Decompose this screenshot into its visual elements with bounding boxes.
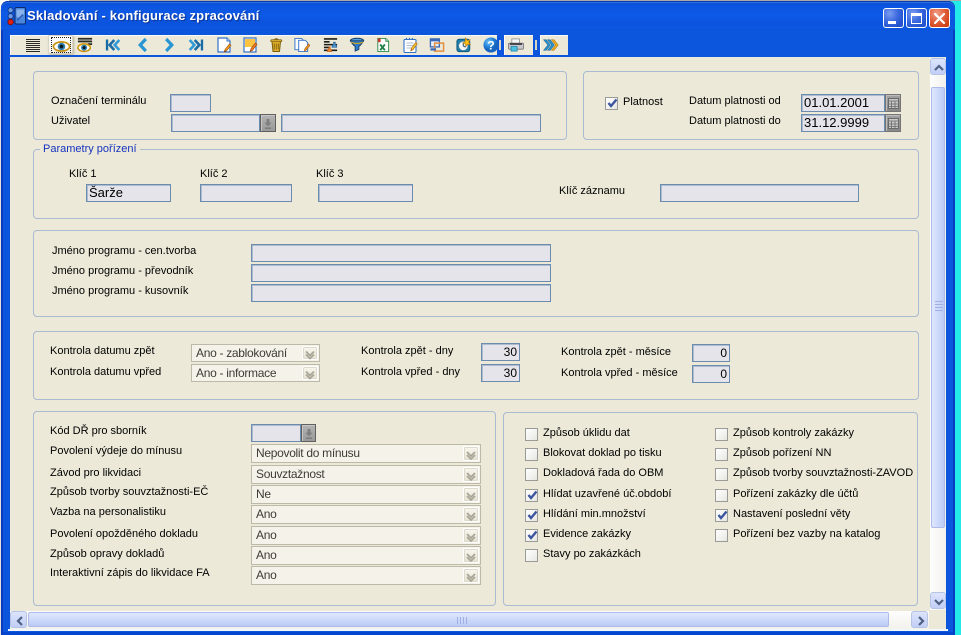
svg-text:?: ? xyxy=(487,38,494,52)
